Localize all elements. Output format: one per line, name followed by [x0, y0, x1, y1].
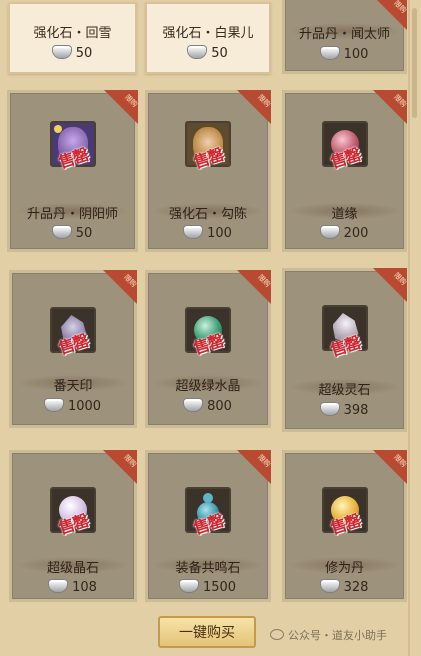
silver-ingot-icon: [184, 399, 203, 411]
limited-ribbon: 限购: [103, 450, 137, 484]
silver-ingot-icon: [49, 580, 68, 592]
shop-item-card[interactable]: 限购 售罄 修为丹 328: [282, 450, 407, 602]
item-price: 100: [148, 226, 268, 241]
item-name: 升品丹・阴阳师: [26, 207, 118, 222]
item-name: 升品丹・闻太师: [298, 27, 390, 42]
price-value: 100: [207, 226, 232, 241]
shop-item-card[interactable]: 限购 售罄 番天印 1000: [9, 270, 137, 428]
item-price: 50: [10, 226, 135, 241]
price-value: 200: [343, 226, 369, 241]
limited-ribbon: 限购: [373, 90, 407, 124]
silver-ingot-icon: [320, 580, 339, 592]
price-value: 800: [207, 399, 232, 414]
limited-ribbon: 限购: [373, 450, 407, 484]
shop-item-card[interactable]: 限购 售罄 强化石・勾陈 100: [145, 90, 271, 252]
item-price: 50: [147, 46, 269, 61]
price-value: 398: [343, 403, 369, 418]
shop-item-card[interactable]: 限购 售罄 超级绿水晶 800: [145, 270, 271, 428]
buy-all-button[interactable]: 一键购买: [158, 616, 256, 648]
price-value: 328: [343, 580, 369, 595]
watermark-text: 公众号・道友小助手: [288, 629, 387, 642]
limited-ribbon: 限购: [373, 268, 407, 302]
item-price: 50: [10, 46, 135, 61]
shop-panel: 强化石・回雪 50 强化石・白果儿 50 限购 升品丹・闻太师 100 限购 售…: [0, 0, 421, 656]
shop-item-card[interactable]: 限购 售罄 装备共鸣石 1500: [145, 450, 271, 602]
shop-item-card[interactable]: 强化石・回雪 50: [8, 2, 137, 74]
shop-item-card[interactable]: 限购 售罄 升品丹・阴阳师 50: [7, 90, 138, 252]
limited-ribbon: 限购: [237, 90, 271, 124]
silver-ingot-icon: [188, 46, 207, 58]
silver-ingot-icon: [52, 226, 71, 238]
limited-ribbon: 限购: [237, 450, 271, 484]
item-name: 超级绿水晶: [175, 379, 241, 394]
item-price: 328: [285, 580, 404, 595]
silver-ingot-icon: [320, 403, 339, 415]
silver-ingot-icon: [320, 47, 339, 59]
shop-item-card[interactable]: 限购 售罄 道缘 200: [282, 90, 407, 252]
item-name: 番天印: [53, 379, 93, 394]
silver-ingot-icon: [184, 226, 203, 238]
item-price: 200: [285, 226, 404, 241]
shop-item-card[interactable]: 限购 售罄 超级灵石 398: [282, 268, 407, 432]
item-price: 800: [148, 399, 268, 414]
shop-item-card[interactable]: 限购 升品丹・闻太师 100: [282, 0, 407, 74]
silver-ingot-icon: [179, 580, 198, 592]
limited-ribbon: 限购: [104, 90, 138, 124]
item-price: 1500: [148, 580, 268, 595]
item-price: 108: [12, 580, 134, 595]
price-value: 50: [75, 226, 93, 241]
item-name: 强化石・回雪: [33, 26, 112, 41]
shop-item-card[interactable]: 强化石・白果儿 50: [145, 2, 271, 74]
limited-ribbon: 限购: [103, 270, 137, 304]
item-price: 1000: [12, 399, 134, 414]
item-name: 强化石・勾陈: [168, 207, 247, 222]
watermark: 公众号・道友小助手: [270, 627, 387, 643]
wechat-icon: [270, 629, 284, 640]
item-name: 超级晶石: [46, 561, 99, 576]
price-value: 50: [211, 46, 228, 61]
shop-item-card[interactable]: 限购 售罄 超级晶石 108: [9, 450, 137, 602]
price-value: 50: [75, 46, 93, 61]
price-value: 100: [343, 47, 369, 62]
silver-ingot-icon: [52, 46, 71, 58]
item-name: 道缘: [331, 207, 358, 222]
limited-ribbon: 限购: [237, 270, 271, 304]
scrollbar[interactable]: [412, 8, 417, 118]
price-value: 1000: [67, 399, 102, 414]
item-price: 398: [285, 403, 404, 418]
item-name: 超级灵石: [318, 383, 371, 398]
item-price: 100: [285, 47, 404, 62]
silver-ingot-icon: [44, 399, 63, 411]
price-value: 1500: [202, 580, 237, 595]
item-name: 强化石・白果儿: [162, 26, 254, 41]
price-value: 108: [72, 580, 97, 595]
item-name: 修为丹: [324, 561, 364, 576]
item-name: 装备共鸣石: [175, 561, 241, 576]
silver-ingot-icon: [320, 226, 339, 238]
panel-edge: [408, 0, 410, 656]
